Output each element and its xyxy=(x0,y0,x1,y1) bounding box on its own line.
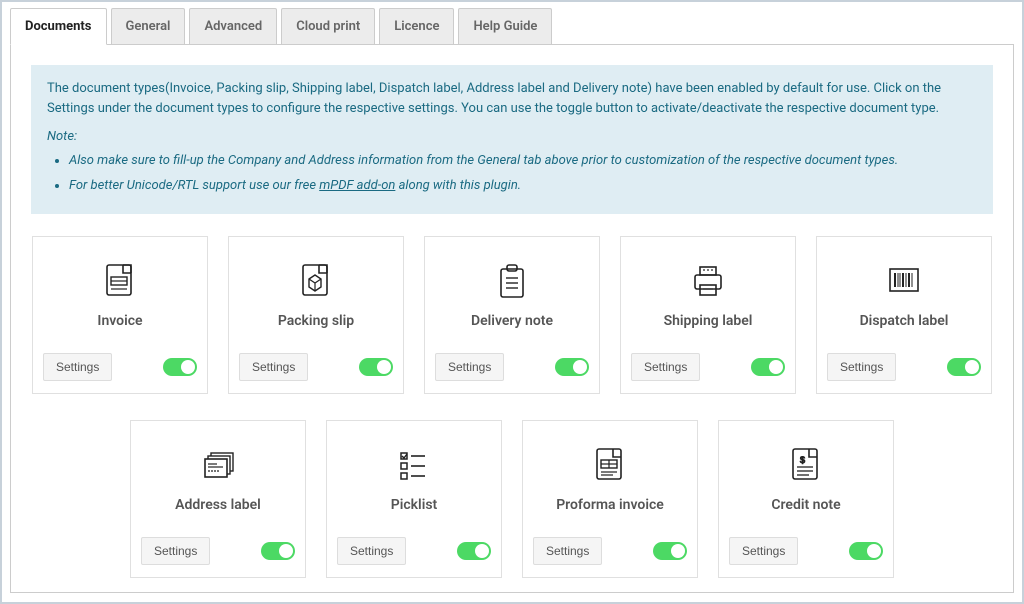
document-title: Packing slip xyxy=(278,313,354,329)
tab-general[interactable]: General xyxy=(111,8,186,44)
document-cards-row-2: Address labelSettingsPicklistSettingsPro… xyxy=(130,420,894,578)
settings-button-proforma-invoice[interactable]: Settings xyxy=(533,537,602,565)
info-bullet-2-suffix: along with this plugin. xyxy=(395,178,521,193)
document-card-address-label: Address label Settings xyxy=(130,420,306,578)
info-box: The document types(Invoice, Packing slip… xyxy=(31,65,993,214)
toggle-address-label[interactable] xyxy=(261,542,295,560)
delivery-note-icon xyxy=(493,255,531,307)
packing-slip-icon xyxy=(297,255,335,307)
settings-button-shipping-label[interactable]: Settings xyxy=(631,353,700,381)
toggle-knob xyxy=(181,360,195,374)
toggle-knob xyxy=(377,360,391,374)
tab-documents[interactable]: Documents xyxy=(10,8,107,45)
invoice-icon xyxy=(101,255,139,307)
toggle-shipping-label[interactable] xyxy=(751,358,785,376)
document-title: Invoice xyxy=(97,313,142,329)
document-card-footer: Settings xyxy=(43,353,197,381)
toggle-knob xyxy=(279,544,293,558)
tab-content: The document types(Invoice, Packing slip… xyxy=(10,45,1014,593)
document-card-shipping-label: Shipping label Settings xyxy=(620,236,796,394)
toggle-packing-slip[interactable] xyxy=(359,358,393,376)
document-card-footer: Settings xyxy=(435,353,589,381)
info-intro: The document types(Invoice, Packing slip… xyxy=(47,79,977,119)
mpdf-addon-link[interactable]: mPDF add-on xyxy=(319,178,395,193)
info-bullet-2: For better Unicode/RTL support use our f… xyxy=(69,176,977,196)
tab-bar: DocumentsGeneralAdvancedCloud printLicen… xyxy=(10,8,1014,45)
document-card-footer: Settings xyxy=(533,537,687,565)
picklist-icon xyxy=(395,439,433,491)
toggle-knob xyxy=(965,360,979,374)
document-title: Dispatch label xyxy=(860,313,949,329)
document-card-delivery-note: Delivery note Settings xyxy=(424,236,600,394)
document-card-credit-note: Credit note Settings xyxy=(718,420,894,578)
info-bullet-1: Also make sure to fill-up the Company an… xyxy=(69,151,977,171)
toggle-delivery-note[interactable] xyxy=(555,358,589,376)
settings-button-delivery-note[interactable]: Settings xyxy=(435,353,504,381)
toggle-knob xyxy=(671,544,685,558)
document-cards-wrapper: InvoiceSettingsPacking slipSettingsDeliv… xyxy=(31,236,993,578)
toggle-picklist[interactable] xyxy=(457,542,491,560)
settings-button-packing-slip[interactable]: Settings xyxy=(239,353,308,381)
document-title: Shipping label xyxy=(664,313,753,329)
document-card-footer: Settings xyxy=(827,353,981,381)
document-card-footer: Settings xyxy=(141,537,295,565)
address-label-icon xyxy=(199,439,237,491)
document-cards-row-1: InvoiceSettingsPacking slipSettingsDeliv… xyxy=(32,236,992,394)
settings-button-address-label[interactable]: Settings xyxy=(141,537,210,565)
toggle-proforma-invoice[interactable] xyxy=(653,542,687,560)
document-title: Picklist xyxy=(391,497,437,513)
tab-licence[interactable]: Licence xyxy=(379,8,454,44)
document-card-footer: Settings xyxy=(631,353,785,381)
tab-cloud-print[interactable]: Cloud print xyxy=(281,8,375,44)
credit-note-icon xyxy=(787,439,825,491)
info-bullet-2-prefix: For better Unicode/RTL support use our f… xyxy=(69,178,319,193)
toggle-knob xyxy=(867,544,881,558)
info-note-label: Note: xyxy=(47,127,977,147)
document-card-footer: Settings xyxy=(337,537,491,565)
document-card-picklist: Picklist Settings xyxy=(326,420,502,578)
tab-advanced[interactable]: Advanced xyxy=(189,8,277,44)
document-card-dispatch-label: Dispatch label Settings xyxy=(816,236,992,394)
document-card-footer: Settings xyxy=(729,537,883,565)
toggle-invoice[interactable] xyxy=(163,358,197,376)
proforma-invoice-icon xyxy=(591,439,629,491)
tab-help-guide[interactable]: Help Guide xyxy=(458,8,552,44)
app-container: DocumentsGeneralAdvancedCloud printLicen… xyxy=(0,0,1024,604)
settings-button-credit-note[interactable]: Settings xyxy=(729,537,798,565)
toggle-dispatch-label[interactable] xyxy=(947,358,981,376)
toggle-knob xyxy=(475,544,489,558)
document-card-invoice: Invoice Settings xyxy=(32,236,208,394)
document-card-proforma-invoice: Proforma invoice Settings xyxy=(522,420,698,578)
document-title: Credit note xyxy=(771,497,840,513)
dispatch-label-icon xyxy=(885,255,923,307)
document-title: Delivery note xyxy=(471,313,553,329)
toggle-knob xyxy=(769,360,783,374)
shipping-label-icon xyxy=(689,255,727,307)
document-card-packing-slip: Packing slip Settings xyxy=(228,236,404,394)
toggle-credit-note[interactable] xyxy=(849,542,883,560)
settings-button-dispatch-label[interactable]: Settings xyxy=(827,353,896,381)
settings-button-invoice[interactable]: Settings xyxy=(43,353,112,381)
document-title: Address label xyxy=(175,497,261,513)
settings-button-picklist[interactable]: Settings xyxy=(337,537,406,565)
document-card-footer: Settings xyxy=(239,353,393,381)
toggle-knob xyxy=(573,360,587,374)
document-title: Proforma invoice xyxy=(556,497,664,513)
